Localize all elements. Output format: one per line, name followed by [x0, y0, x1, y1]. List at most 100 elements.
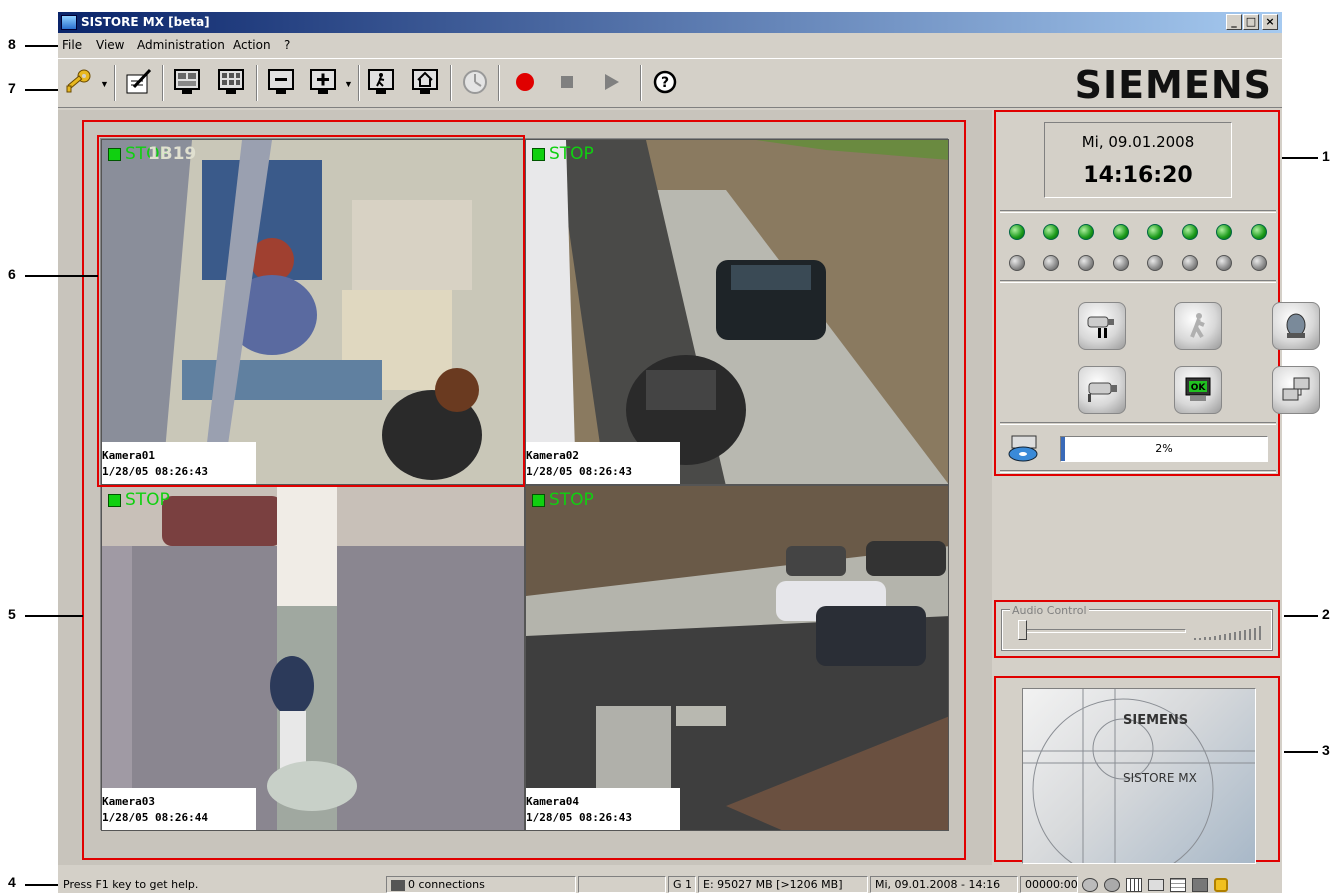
led-green	[1113, 224, 1129, 240]
camera-label: Kamera03 1/28/05 08:26:44	[102, 788, 256, 830]
divider	[1000, 470, 1276, 473]
camera-view-2[interactable]: STOP Kamera02 1/28/05 08:26:43	[525, 139, 949, 485]
window-title: SISTORE MX [beta]	[81, 15, 210, 29]
led-green	[1043, 224, 1059, 240]
disk-icon	[1006, 432, 1044, 467]
date-text: Mi, 09.01.2008	[1081, 133, 1195, 151]
splash-brand: SIEMENS	[1123, 713, 1189, 728]
monitor-icon[interactable]	[1192, 877, 1208, 892]
camera-status-icon[interactable]	[1104, 877, 1120, 892]
camera-timestamp: 1/28/05 08:26:43	[526, 811, 632, 824]
unlock-icon[interactable]	[1214, 877, 1228, 892]
status-indicator: STOP	[532, 490, 594, 510]
clock-icon[interactable]	[458, 65, 492, 99]
connections-field: 0 connections	[386, 876, 576, 893]
camera-image-4	[526, 486, 948, 830]
svg-text:?: ?	[661, 75, 669, 91]
group-field: G 1	[668, 876, 696, 893]
callout-line	[25, 275, 98, 277]
status-text: STOP	[125, 490, 170, 510]
person-monitor-icon[interactable]	[364, 65, 398, 99]
camera-name: Kamera04	[526, 795, 579, 808]
led-gray	[1113, 255, 1129, 271]
audio-slider-thumb[interactable]	[1018, 620, 1027, 640]
walking-person-icon[interactable]	[1174, 302, 1222, 350]
menu-file[interactable]: File	[62, 38, 82, 52]
callout-8: 8	[8, 36, 16, 52]
menu-help[interactable]: ?	[284, 38, 290, 52]
maximize-button[interactable]: □	[1243, 14, 1259, 30]
camera-view-3[interactable]: STOP Kamera03 1/28/05 08:26:44	[101, 485, 525, 831]
product-splash: SIEMENS SISTORE MX	[1022, 688, 1256, 864]
status-square-icon	[108, 493, 121, 507]
callout-4: 4	[8, 874, 16, 890]
disk-usage-label: 2%	[1155, 442, 1173, 455]
led-green	[1147, 224, 1163, 240]
camera-image-2	[526, 140, 948, 484]
led-green	[1182, 224, 1198, 240]
menu-administration[interactable]: Administration	[137, 38, 225, 52]
camera-view-4[interactable]: STOP Kamera04 1/28/05 08:26:43	[525, 485, 949, 831]
help-icon[interactable]: ?	[648, 65, 682, 99]
key-icon[interactable]	[62, 65, 96, 99]
disk-usage-bar: 2%	[1060, 436, 1268, 462]
led-green	[1251, 224, 1267, 240]
camera-pause-icon[interactable]	[1078, 302, 1126, 350]
selected-camera-highlight	[97, 135, 525, 487]
toolbar-separator	[358, 65, 360, 101]
network-icon[interactable]	[1272, 366, 1320, 414]
status-square-icon	[532, 493, 545, 507]
camera-name: Kamera02	[526, 449, 579, 462]
menu-view[interactable]: View	[96, 38, 124, 52]
app-icon	[61, 15, 77, 30]
callout-line	[25, 615, 83, 617]
audio-slider-track[interactable]	[1018, 629, 1186, 633]
menu-bar: File View Administration Action ?	[58, 34, 1282, 56]
stop-icon[interactable]	[550, 65, 584, 99]
monitor-layout-icon[interactable]	[170, 65, 204, 99]
monitor-grid-icon[interactable]	[214, 65, 248, 99]
camera-label: Kamera02 1/28/05 08:26:43	[526, 442, 680, 484]
toolbar-separator	[162, 65, 164, 101]
edit-icon[interactable]	[122, 65, 156, 99]
volume-level-icon	[1194, 626, 1261, 640]
callout-2: 2	[1322, 606, 1330, 622]
empty-field	[578, 876, 666, 893]
datetime-field: Mi, 09.01.2008 - 14:16	[870, 876, 1018, 893]
camera-icon[interactable]	[1078, 366, 1126, 414]
minimize-button[interactable]: _	[1226, 14, 1242, 30]
ok-monitor-icon[interactable]: OK	[1174, 366, 1222, 414]
title-bar[interactable]: SISTORE MX [beta] _ □ ×	[58, 12, 1282, 33]
play-icon[interactable]	[594, 65, 628, 99]
status-text: STOP	[549, 144, 594, 164]
menu-action[interactable]: Action	[233, 38, 271, 52]
columns-icon[interactable]	[1126, 877, 1142, 892]
home-monitor-icon[interactable]	[408, 65, 442, 99]
led-gray	[1251, 255, 1267, 271]
key-dropdown-icon[interactable]: ▼	[100, 79, 109, 89]
camera-image-3	[102, 486, 524, 830]
user-icon[interactable]	[1082, 877, 1098, 892]
zoom-in-icon[interactable]	[306, 65, 340, 99]
status-text: STOP	[549, 490, 594, 510]
led-gray	[1147, 255, 1163, 271]
zoom-out-icon[interactable]	[264, 65, 298, 99]
alarm-light-icon[interactable]	[1272, 302, 1320, 350]
divider	[1000, 210, 1276, 213]
toolbar-separator	[256, 65, 258, 101]
toolbar-separator	[498, 65, 500, 101]
callout-line	[1282, 157, 1318, 159]
close-button[interactable]: ×	[1262, 14, 1278, 30]
callout-line	[25, 45, 58, 47]
status-bar: Press F1 key to get help. 0 connections …	[58, 875, 1282, 893]
toolbar: ▼ ▼ ? SIEMENS	[58, 58, 1282, 108]
camera-name: Kamera03	[102, 795, 155, 808]
zoom-dropdown-icon[interactable]: ▼	[344, 79, 353, 89]
record-icon[interactable]	[508, 65, 542, 99]
list-icon[interactable]	[1170, 877, 1186, 892]
status-indicator: STOP	[108, 490, 170, 510]
keyboard-icon[interactable]	[1148, 878, 1164, 891]
camera-timestamp: 1/28/05 08:26:43	[526, 465, 632, 478]
audio-control-label: Audio Control	[1010, 604, 1089, 617]
callout-7: 7	[8, 80, 16, 96]
